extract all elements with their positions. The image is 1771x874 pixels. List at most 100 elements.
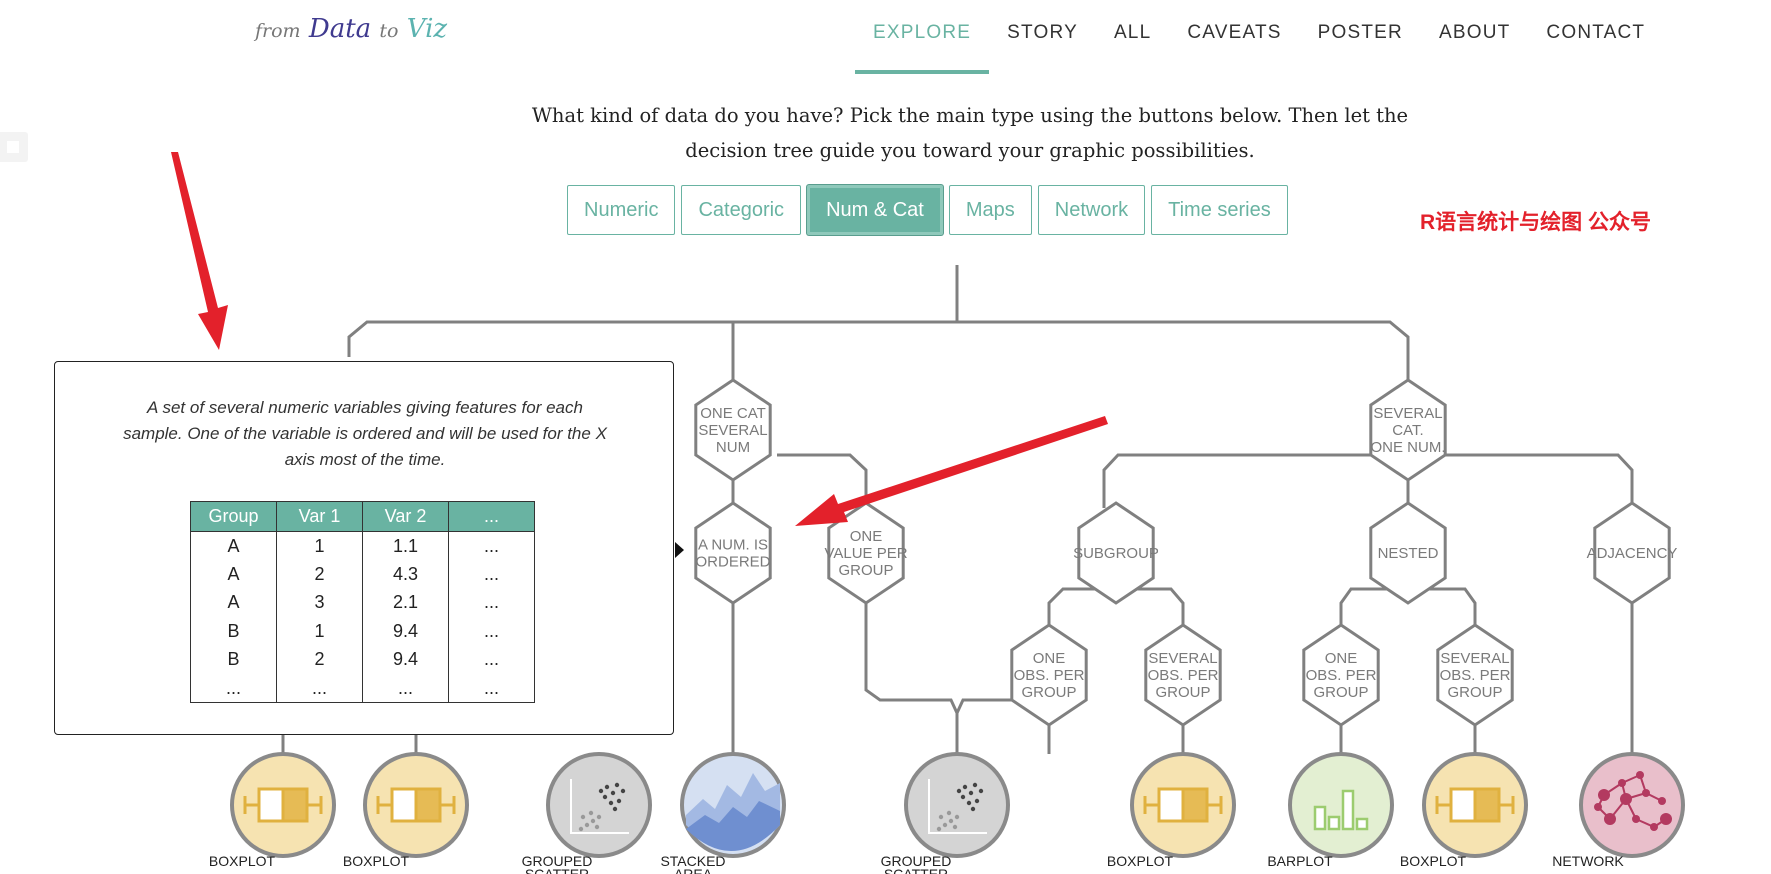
tree-connector [1102, 453, 1381, 508]
leaf-label: BOXPLOT [1400, 853, 1467, 869]
node-label: GROUP [838, 562, 893, 579]
network-icon [1579, 752, 1685, 858]
node-label: NESTED [1378, 545, 1439, 562]
table-cell: 2.1 [362, 588, 449, 617]
leaf-boxplot-0[interactable]: BOXPLOT [209, 752, 336, 869]
tree-connector [777, 453, 868, 512]
table-cell: B [190, 645, 277, 674]
leaf-stacked-area-3[interactable]: STACKEDAREA [660, 752, 786, 874]
node-label: NUM [716, 439, 750, 456]
node-label: ONE NUM. [1371, 439, 1446, 456]
table-cell: 1 [276, 617, 363, 646]
node-num-is-ordered[interactable]: A NUM. ISORDERED [694, 501, 772, 605]
table-row: ... ... ... ... [190, 674, 535, 703]
node-label: GROUP [1447, 684, 1502, 701]
node-label: VALUE PER [824, 545, 907, 562]
table-row: A 2 4.3 ... [190, 560, 535, 589]
node-label: OBS. PER [1440, 667, 1511, 684]
tree-connector [1434, 453, 1634, 508]
table-cell: B [190, 617, 277, 646]
table-cell: 9.4 [362, 617, 449, 646]
leaf-label: NETWORK [1552, 853, 1624, 869]
table-row: B 1 9.4 ... [190, 617, 535, 646]
table-cell: 2 [276, 645, 363, 674]
node-label: A NUM. IS [698, 537, 768, 554]
leaf-label: BOXPLOT [209, 853, 276, 869]
leaf-barplot-6[interactable]: BARPLOT [1267, 752, 1394, 869]
node-label: ADJACENCY [1587, 545, 1678, 562]
tooltip-pointer-icon [675, 542, 684, 558]
node-label: OBS. PER [1014, 667, 1085, 684]
tree-hex-nodes: ONE CATSEVERALNUMSEVERALCAT.ONE NUM.A NU… [694, 378, 1678, 727]
node-one-value-per-group[interactable]: ONEVALUE PERGROUP [824, 501, 908, 605]
node-subgroup-one-obs[interactable]: ONEOBS. PERGROUP [1010, 623, 1088, 727]
table-cell: A [190, 588, 277, 617]
node-label: GROUP [1021, 684, 1076, 701]
node-label: SUBGROUP [1073, 545, 1159, 562]
table-cell: ... [448, 674, 535, 703]
boxplot-icon [230, 752, 336, 858]
scatter-icon [904, 752, 1010, 858]
boxplot-icon [1130, 752, 1236, 858]
column-header: Group [190, 501, 277, 532]
table-cell: 3 [276, 588, 363, 617]
table-row: A 1 1.1 ... [190, 531, 535, 560]
node-subgroup-several-obs[interactable]: SEVERALOBS. PERGROUP [1144, 623, 1222, 727]
leaf-label: BARPLOT [1267, 853, 1333, 869]
node-several-cat-one-num[interactable]: SEVERALCAT.ONE NUM. [1369, 378, 1447, 482]
table-cell: ... [190, 674, 277, 703]
node-label: OBS. PER [1148, 667, 1219, 684]
table-cell: ... [448, 531, 535, 560]
column-header: Var 2 [362, 501, 449, 532]
table-cell: 9.4 [362, 645, 449, 674]
column-header: Var 1 [276, 501, 363, 532]
tree-leaves: BOXPLOT BOXPLOT GROUPEDSCATTERSTACKEDAREAG… [209, 752, 1685, 874]
table-header-row: Group Var 1 Var 2 ... [190, 501, 535, 532]
leaf-label: AREA [674, 866, 713, 874]
node-nested-one-obs[interactable]: ONEOBS. PERGROUP [1302, 623, 1380, 727]
leaf-boxplot-7[interactable]: BOXPLOT [1400, 752, 1528, 869]
table-cell: ... [448, 617, 535, 646]
node-one-cat-several-num[interactable]: ONE CATSEVERALNUM [694, 378, 772, 482]
table-cell: 1.1 [362, 531, 449, 560]
node-adjacency[interactable]: ADJACENCY [1587, 501, 1678, 605]
table-row: A 3 2.1 ... [190, 588, 535, 617]
node-label: SEVERAL [1373, 405, 1442, 422]
leaf-label: BOXPLOT [343, 853, 410, 869]
tooltip-description: A set of several numeric variables givin… [123, 398, 607, 469]
node-label: ONE CAT [700, 405, 766, 422]
node-label: ORDERED [695, 554, 770, 571]
table-cell: ... [362, 674, 449, 703]
tooltip-panel: A set of several numeric variables givin… [54, 361, 674, 735]
table-cell: ... [276, 674, 363, 703]
table-cell: A [190, 560, 277, 589]
leaf-scatter-4[interactable]: GROUPEDSCATTER [881, 752, 1010, 874]
node-label: ONE [1325, 650, 1358, 667]
table-cell: ... [448, 645, 535, 674]
node-label: ONE [1033, 650, 1066, 667]
node-label: GROUP [1313, 684, 1368, 701]
boxplot-icon [1422, 752, 1528, 858]
table-cell: A [190, 531, 277, 560]
tooltip-example-table: Group Var 1 Var 2 ... A 1 1.1 ... A 2 4.… [190, 501, 535, 703]
stacked-area-icon [680, 752, 786, 858]
node-label: CAT. [1392, 422, 1423, 439]
node-label: GROUP [1155, 684, 1210, 701]
scatter-icon [546, 752, 652, 858]
leaf-label: SCATTER [884, 866, 948, 874]
node-label: SEVERAL [698, 422, 767, 439]
table-cell: 2 [276, 560, 363, 589]
node-nested-several-obs[interactable]: SEVERALOBS. PERGROUP [1436, 623, 1514, 727]
node-label: SEVERAL [1440, 650, 1509, 667]
leaf-network-8[interactable]: NETWORK [1552, 752, 1685, 869]
table-cell: 1 [276, 531, 363, 560]
table-cell: ... [448, 560, 535, 589]
leaf-scatter-2[interactable]: GROUPEDSCATTER [522, 752, 652, 874]
leaf-label: SCATTER [525, 866, 589, 874]
table-cell: 4.3 [362, 560, 449, 589]
table-row: B 2 9.4 ... [190, 645, 535, 674]
leaf-boxplot-5[interactable]: BOXPLOT [1107, 752, 1236, 869]
node-label: OBS. PER [1306, 667, 1377, 684]
column-header: ... [448, 501, 535, 532]
leaf-boxplot-1[interactable]: BOXPLOT [343, 752, 469, 869]
